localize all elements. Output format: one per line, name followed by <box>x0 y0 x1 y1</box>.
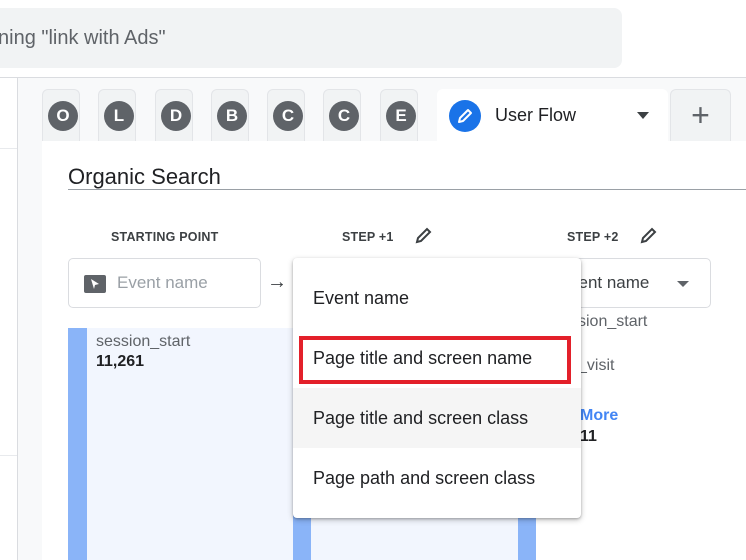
tab-d[interactable]: D <box>155 89 193 141</box>
dimension-dropdown-menu: Event name Page title and screen name Pa… <box>293 258 581 518</box>
cursor-icon <box>84 275 106 293</box>
tab-user-flow[interactable]: User Flow <box>437 89 668 142</box>
title-underline <box>68 189 746 190</box>
column-header-step1: STEP +1 <box>342 230 394 244</box>
tab-label: User Flow <box>495 105 577 125</box>
tab-c1[interactable]: C <box>267 89 305 141</box>
menu-item-event-name[interactable]: Event name <box>293 268 581 328</box>
menu-item-page-path-screen-class[interactable]: Page path and screen class <box>293 448 581 508</box>
column-header-start: STARTING POINT <box>111 230 219 244</box>
tab-letter: E <box>386 101 416 131</box>
tab-letter: O <box>48 101 78 131</box>
left-panel <box>0 78 18 560</box>
tab-o[interactable]: O <box>42 89 80 141</box>
menu-item-page-title-screen-class[interactable]: Page title and screen class <box>293 388 581 448</box>
add-tab-button[interactable]: + <box>670 89 731 141</box>
search-bar[interactable]: ning "link with Ads" <box>0 8 622 68</box>
highlight-box <box>299 336 571 384</box>
more-link[interactable]: More <box>580 407 618 425</box>
tab-letter: D <box>161 101 191 131</box>
segment-title[interactable]: Organic Search <box>68 164 221 190</box>
pencil-icon[interactable] <box>639 225 659 245</box>
tab-b[interactable]: B <box>211 89 249 141</box>
tab-letter: B <box>217 101 247 131</box>
tab-c2[interactable]: C <box>323 89 361 141</box>
field-placeholder: Event name <box>117 273 208 292</box>
arrow-right-icon: → <box>267 271 287 293</box>
starting-point-field[interactable]: Event name <box>68 258 261 308</box>
node-value: 11,261 <box>96 353 145 370</box>
tab-e[interactable]: E <box>380 89 418 141</box>
chevron-down-icon[interactable] <box>637 112 649 119</box>
pencil-icon <box>449 100 481 132</box>
tab-letter: C <box>273 101 303 131</box>
pencil-icon[interactable] <box>414 225 434 245</box>
node-bar[interactable] <box>68 328 87 560</box>
tab-letter: C <box>329 101 359 131</box>
tab-l[interactable]: L <box>98 89 136 141</box>
node-name: session_start <box>96 333 191 350</box>
field-value: vent name <box>570 273 650 292</box>
search-text: ning "link with Ads" <box>0 27 166 49</box>
node-name: sion_start <box>578 313 648 330</box>
node-value: 11 <box>580 428 597 445</box>
node-name: _visit <box>578 357 615 374</box>
chevron-down-icon <box>677 281 689 287</box>
column-header-step2: STEP +2 <box>567 230 619 244</box>
tab-letter: L <box>104 101 134 131</box>
